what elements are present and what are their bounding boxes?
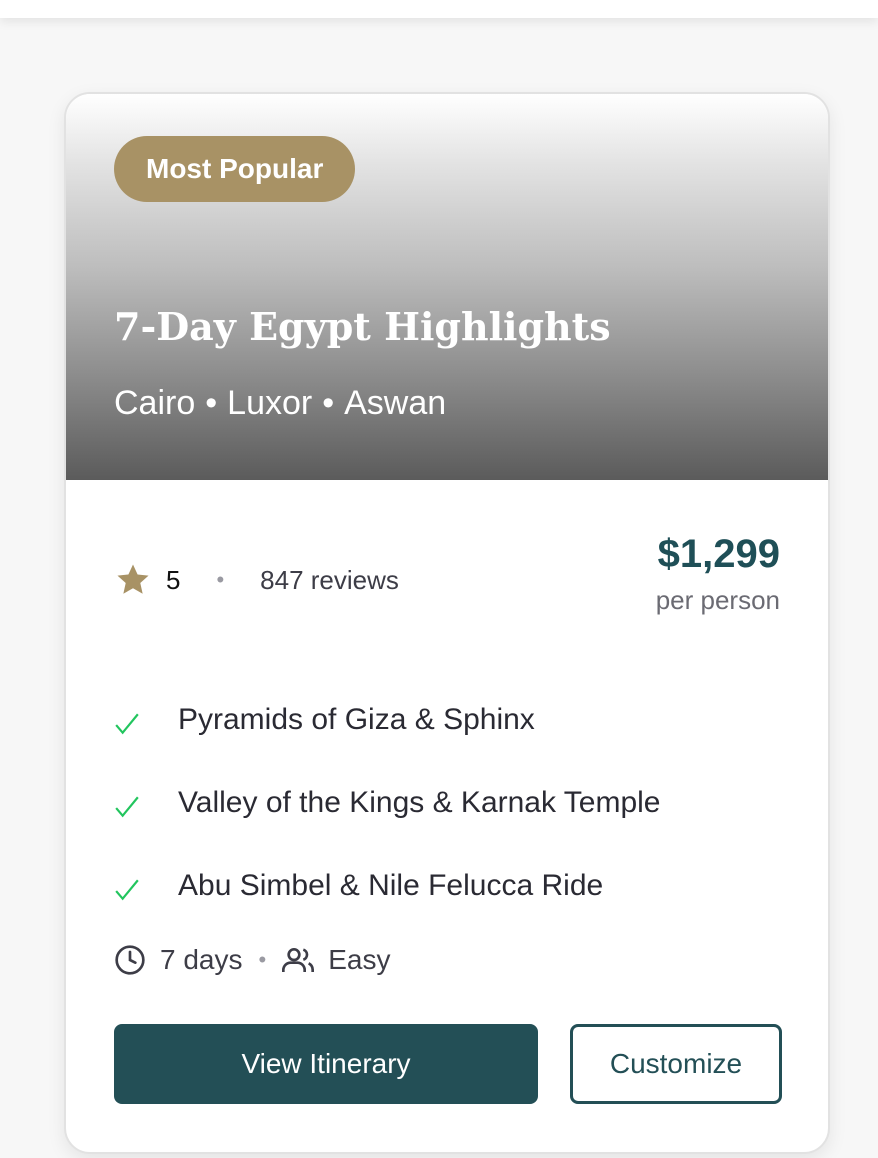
check-icon xyxy=(115,713,139,734)
rating-separator: • xyxy=(216,567,225,592)
feature-item: Pyramids of Giza & Sphinx xyxy=(114,678,794,761)
tour-card: Most Popular 7-Day Egypt Highlights Cair… xyxy=(64,92,830,1154)
feature-text: Abu Simbel & Nile Felucca Ride xyxy=(178,868,604,902)
feature-text: Pyramids of Giza & Sphinx xyxy=(178,702,535,736)
city-separator: • xyxy=(205,384,218,422)
review-count[interactable]: 847 reviews xyxy=(260,565,399,596)
view-itinerary-button[interactable]: View Itinerary xyxy=(114,1024,538,1104)
tour-hero-image: Most Popular 7-Day Egypt Highlights Cair… xyxy=(66,94,828,480)
feature-item: Valley of the Kings & Karnak Temple xyxy=(114,761,794,844)
price-unit: per person xyxy=(655,585,780,615)
feature-item: Abu Simbel & Nile Felucca Ride xyxy=(114,844,794,927)
city-luxor: Luxor xyxy=(227,384,313,422)
top-bar xyxy=(0,0,878,18)
duration-text: 7 days xyxy=(160,944,243,975)
city-aswan: Aswan xyxy=(344,384,447,422)
check-icon xyxy=(115,796,139,817)
popular-badge: Most Popular xyxy=(114,136,356,202)
customize-button[interactable]: Customize xyxy=(570,1024,782,1104)
rating-row: 5 • 847 reviews xyxy=(114,560,399,600)
tour-meta: 7 days • Easy xyxy=(114,940,390,980)
difficulty-text: Easy xyxy=(328,944,391,975)
users-icon xyxy=(282,948,315,972)
star-icon xyxy=(117,564,149,594)
tour-cities: Cairo • Luxor • Aswan xyxy=(114,384,446,423)
tour-title: 7-Day Egypt Highlights xyxy=(114,304,611,349)
price-amount: $1,299 xyxy=(657,532,780,576)
price-block: $1,299 per person xyxy=(656,532,780,616)
meta-separator: • xyxy=(258,947,267,972)
rating-value: 5 xyxy=(166,564,181,595)
city-cairo: Cairo xyxy=(114,384,196,422)
feature-text: Valley of the Kings & Karnak Temple xyxy=(178,785,661,819)
check-icon xyxy=(115,879,139,900)
city-separator: • xyxy=(322,384,335,422)
clock-icon xyxy=(115,945,145,975)
feature-list: Pyramids of Giza & Sphinx Valley of the … xyxy=(114,678,794,927)
